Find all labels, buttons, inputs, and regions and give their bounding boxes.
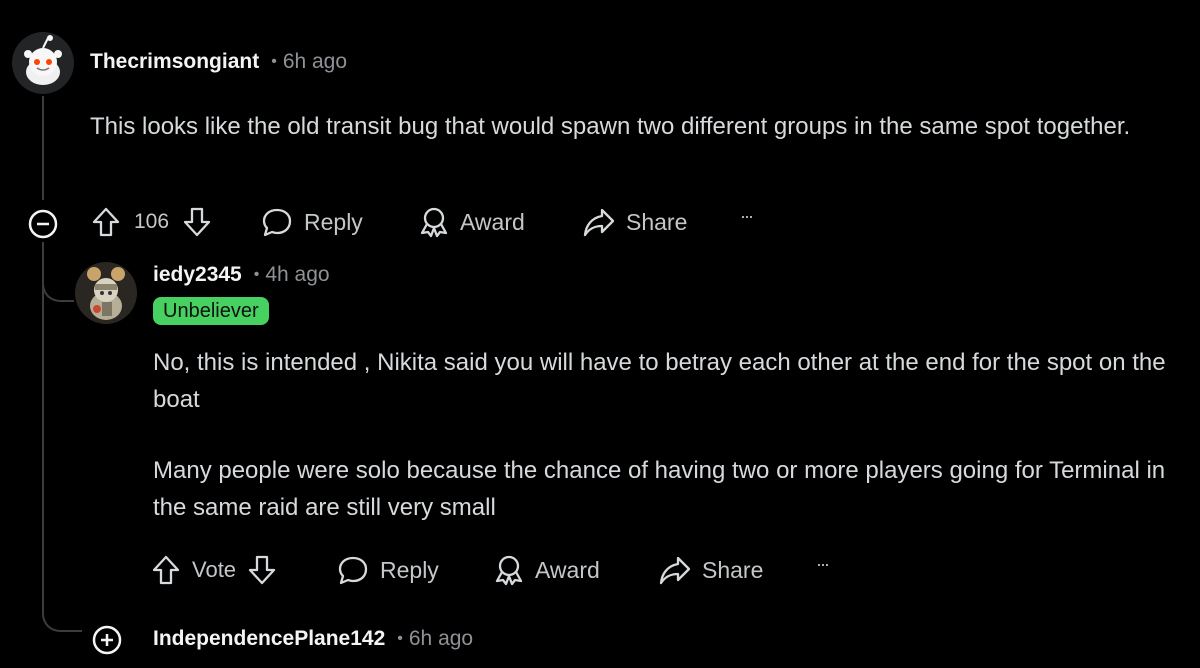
- character-avatar-icon: [75, 262, 137, 324]
- comment-body-paragraph: No, this is intended , Nikita said you w…: [153, 349, 1166, 413]
- avatar[interactable]: [75, 262, 137, 324]
- downvote-icon[interactable]: [183, 206, 211, 238]
- speech-bubble-icon: [338, 556, 368, 585]
- award-label: Award: [535, 556, 600, 583]
- speech-bubble-icon: [262, 208, 292, 237]
- vote-control: Vote: [152, 554, 276, 586]
- thread-line-main: [42, 96, 44, 200]
- comment-body: This looks like the old transit bug that…: [90, 108, 1180, 145]
- reddit-snoo-avatar-icon: [12, 32, 74, 94]
- thread-branch-reply: [42, 242, 74, 302]
- vote-count: 106: [134, 210, 170, 233]
- share-button[interactable]: Share: [582, 206, 687, 238]
- meta-separator: •: [253, 266, 260, 283]
- more-options-icon: ···: [740, 206, 754, 226]
- more-options-button[interactable]: ···: [816, 554, 830, 575]
- thread-line-main-lower: [42, 242, 44, 612]
- share-label: Share: [702, 556, 764, 583]
- upvote-icon[interactable]: [152, 554, 180, 586]
- reply-button[interactable]: Reply: [260, 206, 363, 238]
- comment-timestamp[interactable]: 6h ago: [283, 50, 347, 74]
- downvote-icon[interactable]: [248, 554, 276, 586]
- upvote-icon[interactable]: [92, 206, 120, 238]
- plus-circle-icon: [92, 625, 122, 655]
- expand-thread-button[interactable]: [91, 624, 123, 661]
- vote-control: 106: [92, 206, 211, 238]
- collapse-thread-button[interactable]: [27, 208, 59, 245]
- comment-timestamp[interactable]: 4h ago: [265, 263, 329, 287]
- comment-timestamp[interactable]: 6h ago: [409, 627, 473, 651]
- reply-label: Reply: [380, 556, 439, 583]
- thread-branch-collapsed: [42, 580, 82, 632]
- comment-body-paragraph: This looks like the old transit bug that…: [90, 113, 1131, 140]
- share-arrow-icon: [583, 208, 615, 237]
- meta-separator: •: [271, 53, 277, 70]
- reply-label: Reply: [304, 208, 363, 235]
- more-options-button[interactable]: ···: [740, 206, 754, 227]
- reply-button[interactable]: Reply: [336, 554, 439, 586]
- avatar[interactable]: [12, 32, 74, 94]
- comment-body-paragraph: Many people were solo because the chance…: [153, 457, 1166, 521]
- comment-username[interactable]: IndependencePlane142: [153, 627, 385, 651]
- meta-separator: •: [397, 630, 403, 647]
- share-arrow-icon: [659, 556, 691, 585]
- share-label: Share: [626, 208, 688, 235]
- user-flair-badge: Unbeliever: [153, 297, 269, 325]
- award-ribbon-icon: [495, 555, 523, 586]
- vote-label: Vote: [192, 557, 237, 582]
- share-button[interactable]: Share: [658, 554, 763, 586]
- more-options-icon: ···: [816, 554, 830, 574]
- comment-username[interactable]: Thecrimsongiant: [90, 50, 259, 74]
- award-label: Award: [460, 208, 525, 235]
- award-button[interactable]: Award: [418, 206, 525, 238]
- award-button[interactable]: Award: [493, 554, 600, 586]
- minus-circle-icon: [28, 209, 58, 239]
- comment-username[interactable]: iedy2345: [153, 263, 242, 287]
- award-ribbon-icon: [420, 207, 448, 238]
- comment-body: No, this is intended , Nikita said you w…: [153, 344, 1193, 526]
